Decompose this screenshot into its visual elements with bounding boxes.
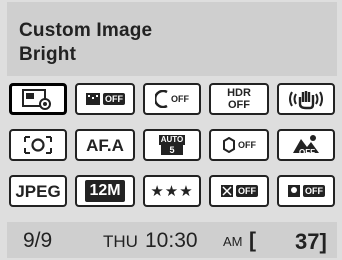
remaining-shots: 37] [295,229,327,254]
ampm-display: AM [223,234,243,249]
camera-info-screen: Custom Image Bright OFF OFF HDR OFF AF.A… [0,0,342,260]
dynamic-range-button[interactable]: OFF [143,83,201,115]
shake-reduction-icon [289,91,323,110]
day-display: THU [103,232,138,251]
dynamic-range-icon: OFF [155,90,189,108]
metering-icon [24,136,52,154]
lens-correction-off-label: OFF [238,140,256,150]
skin-tone-icon: OFF [287,184,325,198]
auto-bracket-icon: AUTO 5 [158,134,186,156]
quality-stars: ★★★ [150,183,194,200]
clarity-icon: OFF [220,184,258,198]
noise-reduction-icon: OFF [85,92,125,106]
clarity-off-label: OFF [236,185,258,197]
clarity-button[interactable]: OFF [209,175,269,207]
file-format-button[interactable]: JPEG [9,175,67,207]
digital-filter-icon: OFF [291,133,321,157]
noise-reduction-off-label: OFF [103,93,125,105]
menu-title: Custom Image [19,20,153,41]
shake-reduction-button[interactable] [277,83,335,115]
hdr-off-label: OFF [228,99,250,111]
date-display: 9/9 [23,229,53,252]
menu-value: Bright [19,44,77,65]
custom-image-button[interactable] [9,83,67,115]
af-mode-label: AF.A [86,135,124,155]
lens-correction-icon: OFF [222,137,256,153]
hdr-button[interactable]: HDR OFF [209,83,269,115]
resolution-button[interactable]: 12M [75,175,135,207]
bracket-open: [ [249,229,256,252]
file-format-label: JPEG [15,181,61,201]
noise-reduction-button[interactable]: OFF [75,83,135,115]
header-panel: Custom Image Bright [7,2,337,76]
lens-correction-button[interactable]: OFF [209,129,269,161]
af-mode-button[interactable]: AF.A [75,129,135,161]
status-bar: 9/9 THU 10:30 AM [ 37] [7,222,337,258]
digital-filter-off-label: OFF [299,148,315,157]
time-display: 10:30 [145,229,198,252]
auto-bracket-label: AUTO [158,135,186,145]
hdr-label: HDR [227,87,251,99]
resolution-label: 12M [85,180,125,202]
auto-bracket-button[interactable]: AUTO 5 [143,129,201,161]
skin-tone-off-label: OFF [303,185,325,197]
auto-bracket-count: 5 [161,145,183,155]
digital-filter-button[interactable]: OFF [277,129,335,161]
custom-image-icon [22,89,51,110]
quality-button[interactable]: ★★★ [143,175,201,207]
metering-button[interactable] [9,129,67,161]
skin-tone-button[interactable]: OFF [277,175,335,207]
dynamic-range-off-label: OFF [171,94,189,104]
